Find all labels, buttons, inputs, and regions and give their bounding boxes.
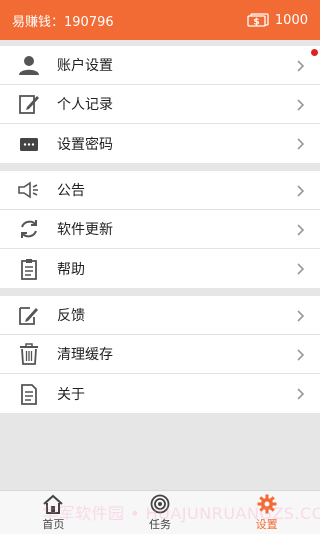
menu-item-announcements[interactable]: 公告 [0,171,320,210]
chevron-right-icon [297,310,305,322]
tab-home[interactable]: 首页 [0,491,107,534]
chevron-right-icon [297,349,305,361]
menu-group-account: 账户设置 个人记录 设置密码 [0,46,320,163]
menu-item-label: 关于 [57,386,85,403]
menu-item-label: 账户设置 [57,58,113,74]
chevron-right-icon [297,224,305,236]
edit-document-icon [16,91,42,117]
menu-item-software-update[interactable]: 软件更新 [0,210,320,249]
settings-menu: 账户设置 个人记录 设置密码 公告 软件更新 帮助 反馈 清理缓存 关于 [0,46,320,413]
tab-label: 设置 [255,517,278,531]
tab-label: 首页 [42,517,65,531]
feedback-edit-icon [16,302,42,328]
menu-item-help[interactable]: 帮助 [0,249,320,288]
menu-item-account-settings[interactable]: 账户设置 [0,46,320,85]
app-header: 易赚钱：190796 $ 1000 [0,0,320,40]
notification-dot [311,49,318,56]
password-card-icon [16,131,42,157]
menu-item-label: 公告 [57,183,85,199]
tab-tasks[interactable]: 任务 [107,491,214,534]
menu-item-label: 个人记录 [57,97,113,113]
tab-label: 任务 [149,517,171,531]
gear-icon [257,494,277,513]
menu-group-misc: 反馈 清理缓存 关于 [0,296,320,413]
menu-item-personal-records[interactable]: 个人记录 [0,85,320,124]
balance-display[interactable]: $ 1000 [247,13,308,28]
home-icon [43,494,63,514]
menu-item-feedback[interactable]: 反馈 [0,296,320,335]
clipboard-icon [16,256,42,282]
menu-item-label: 帮助 [57,261,85,278]
svg-text:$: $ [253,18,259,28]
target-icon [150,494,170,513]
menu-item-label: 设置密码 [57,136,113,153]
trash-icon [16,341,42,367]
chevron-right-icon [297,263,305,275]
chevron-right-icon [297,99,305,111]
menu-group-info: 公告 软件更新 帮助 [0,171,320,288]
refresh-icon [16,216,42,242]
info-document-icon [16,381,42,407]
chevron-right-icon [297,388,305,400]
bottom-tab-bar: 首页 任务 设置 [0,490,320,534]
menu-item-about[interactable]: 关于 [0,374,320,413]
chevron-right-icon [297,138,305,150]
menu-item-set-password[interactable]: 设置密码 [0,124,320,163]
person-icon [16,52,42,78]
money-icon: $ [247,13,269,27]
chevron-right-icon [297,185,305,197]
menu-item-clear-cache[interactable]: 清理缓存 [0,335,320,374]
megaphone-icon [16,177,42,203]
menu-item-label: 清理缓存 [57,347,113,363]
balance-value: 1000 [274,12,308,28]
menu-item-label: 反馈 [57,308,85,324]
menu-item-label: 软件更新 [57,222,113,238]
tab-settings[interactable]: 设置 [213,491,320,534]
chevron-right-icon [297,60,305,72]
account-title: 易赚钱：190796 [12,14,114,30]
